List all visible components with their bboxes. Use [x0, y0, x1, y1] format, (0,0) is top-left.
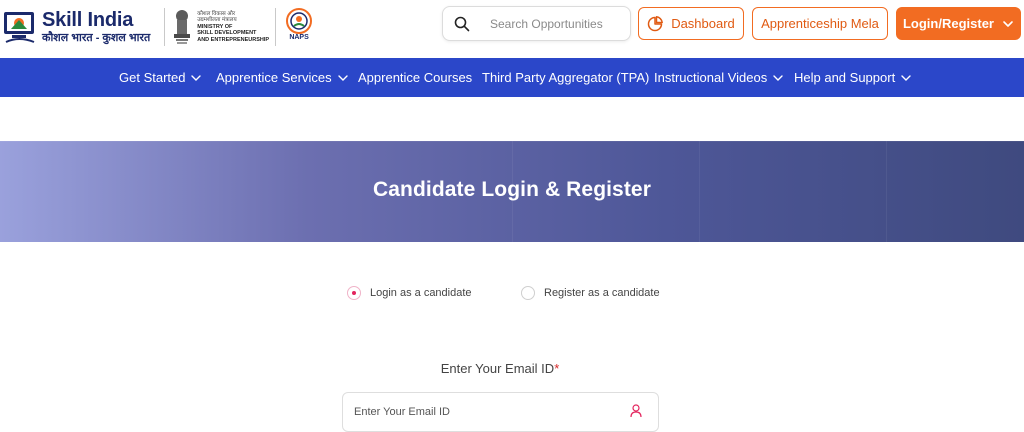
email-label-text: Enter Your Email ID	[440, 361, 555, 376]
chevron-down-icon	[191, 74, 202, 81]
ministry-text: कौशल विकास और उद्यमशीलता मंत्रालय MINIST…	[197, 11, 269, 44]
skill-india-emblem-icon	[2, 9, 38, 45]
brand-subtitle: कौशल भारत - कुशल भारत	[42, 32, 151, 44]
national-emblem-icon	[174, 10, 191, 44]
radio-unselected-icon[interactable]	[521, 286, 535, 300]
nav-item-help-support[interactable]: Help and Support	[794, 58, 912, 97]
chevron-down-icon	[773, 74, 783, 81]
login-candidate-radio[interactable]: Login as a candidate	[347, 286, 472, 300]
main-nav: Get Started Apprentice Services Apprenti…	[0, 58, 1024, 97]
nav-item-label: Get Started	[119, 70, 186, 85]
ministry-en-line-3: AND ENTREPRENEURSHIP	[197, 36, 270, 43]
search-icon[interactable]	[454, 16, 470, 32]
page-banner: Candidate Login & Register	[0, 141, 1024, 242]
pie-chart-icon	[647, 15, 664, 31]
required-mark: *	[554, 361, 560, 376]
chevron-down-icon	[1003, 20, 1013, 27]
mela-button-label: Apprenticeship Mela	[761, 16, 879, 31]
apprenticeship-mela-button[interactable]: Apprenticeship Mela	[752, 7, 888, 40]
login-register-button[interactable]: Login/Register	[896, 7, 1021, 40]
nav-item-label: Help and Support	[794, 70, 896, 85]
radio-label: Register as a candidate	[544, 287, 660, 299]
banner-grid-line	[0, 141, 1024, 142]
naps-logo: NAPS	[286, 7, 313, 47]
email-field[interactable]	[342, 392, 659, 432]
chevron-down-icon	[901, 74, 911, 81]
chevron-down-icon	[337, 74, 348, 81]
nav-item-label: Apprentice Courses	[358, 70, 473, 85]
login-mode-options: Login as a candidate Register as a candi…	[0, 286, 1024, 302]
radio-selected-icon[interactable]	[347, 286, 361, 300]
naps-label: NAPS	[289, 33, 309, 41]
register-candidate-radio[interactable]: Register as a candidate	[521, 286, 660, 300]
nav-item-instructional-videos[interactable]: Instructional Videos	[654, 58, 784, 97]
naps-tagline-mark	[298, 42, 299, 47]
nav-item-apprentice-services[interactable]: Apprentice Services	[216, 58, 349, 97]
nav-item-label: Third Party Aggregator (TPA)	[482, 70, 650, 85]
skill-india-wordmark: Skill India कौशल भारत - कुशल भारत	[42, 9, 150, 45]
dashboard-button-label: Dashboard	[671, 16, 735, 31]
nav-item-apprentice-courses[interactable]: Apprentice Courses	[358, 58, 472, 97]
logo-divider	[164, 8, 166, 46]
user-icon	[630, 404, 642, 418]
naps-emblem-icon	[286, 7, 313, 34]
dashboard-button[interactable]: Dashboard	[638, 7, 744, 40]
login-button-label: Login/Register	[902, 16, 994, 31]
nav-item-get-started[interactable]: Get Started	[119, 58, 202, 97]
radio-label: Login as a candidate	[370, 287, 472, 299]
email-input[interactable]	[354, 406, 614, 418]
nav-item-tpa[interactable]: Third Party Aggregator (TPA)	[482, 58, 649, 97]
nav-item-label: Apprentice Services	[216, 70, 332, 85]
page-title: Candidate Login & Register	[373, 178, 651, 201]
ministry-logo: कौशल विकास और उद्यमशीलता मंत्रालय MINIST…	[171, 8, 269, 46]
nav-item-label: Instructional Videos	[654, 70, 768, 85]
logo-divider	[275, 8, 277, 46]
brand-logos[interactable]: Skill India कौशल भारत - कुशल भारत कौशल व…	[2, 4, 313, 50]
site-header: Skill India कौशल भारत - कुशल भारत कौशल व…	[0, 0, 1024, 58]
search-input[interactable]	[490, 16, 620, 31]
brand-title: Skill India	[42, 9, 134, 31]
search-box[interactable]	[442, 6, 631, 41]
email-label: Enter Your Email ID*	[0, 361, 1000, 376]
